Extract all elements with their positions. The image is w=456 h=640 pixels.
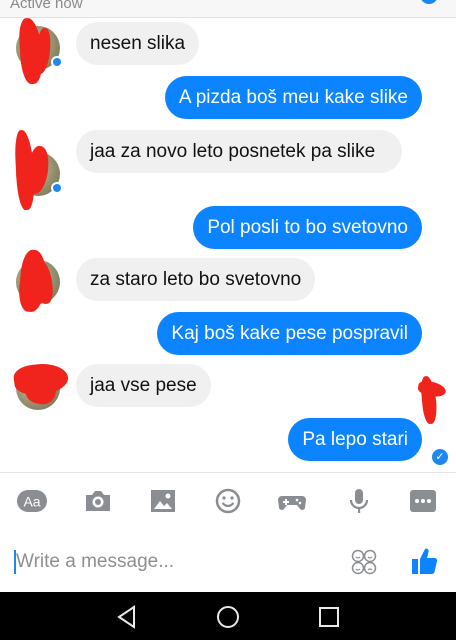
message-bubble-outgoing[interactable]: Pa lepo stari	[288, 418, 422, 461]
text-style-label: Aa	[23, 494, 40, 510]
message-composer	[0, 528, 456, 592]
avatar[interactable]	[16, 17, 63, 85]
message-bubble-incoming[interactable]: jaa za novo leto posnetek pa slike	[76, 130, 402, 173]
microphone-icon[interactable]	[344, 487, 374, 515]
gallery-icon[interactable]	[148, 487, 178, 515]
header-indicator-icon	[420, 0, 438, 4]
message-bubble-incoming[interactable]: za staro leto bo svetovno	[76, 258, 316, 301]
recent-apps-icon[interactable]	[316, 604, 342, 630]
message-bubble-outgoing[interactable]: A pizda boš meu kake slike	[164, 76, 422, 119]
more-icon[interactable]	[408, 487, 438, 515]
emoji-icon[interactable]	[213, 487, 243, 515]
home-icon[interactable]	[215, 604, 241, 630]
message-thread[interactable]: nesen slika A pizda boš meu kake slike j…	[0, 17, 456, 472]
avatar[interactable]	[16, 248, 60, 314]
online-badge-icon	[51, 56, 63, 68]
delivered-check-icon: ✓	[432, 449, 448, 465]
thumbs-up-icon[interactable]	[410, 546, 440, 576]
online-badge-icon	[51, 182, 63, 194]
text-style-icon[interactable]: Aa	[16, 487, 48, 515]
avatar[interactable]	[12, 361, 70, 410]
avatar[interactable]	[13, 129, 63, 211]
message-bubble-outgoing[interactable]: Kaj boš kake pese pospravil	[157, 312, 422, 355]
message-bubble-outgoing[interactable]: Pol posli to bo svetovno	[193, 206, 422, 249]
composer-toolbar: Aa	[0, 472, 456, 528]
emoji-picker-icon[interactable]	[350, 548, 378, 576]
chat-header: Active now	[0, 0, 456, 18]
back-icon[interactable]	[114, 604, 140, 630]
game-controller-icon[interactable]	[277, 487, 307, 515]
seen-avatar	[416, 375, 448, 425]
system-navigation-bar	[0, 592, 456, 640]
message-input[interactable]	[16, 548, 336, 576]
camera-icon[interactable]	[83, 487, 113, 515]
message-bubble-incoming[interactable]: nesen slika	[76, 22, 200, 65]
message-bubble-incoming[interactable]: jaa vse pese	[76, 364, 211, 407]
active-status: Active now	[10, 0, 83, 12]
